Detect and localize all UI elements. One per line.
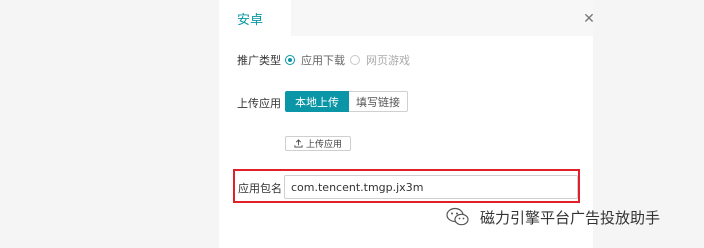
watermark-text: 磁力引擎平台广告投放助手: [480, 208, 661, 227]
promo-type-label: 推广类型: [237, 54, 281, 67]
upload-button-label: 上传应用: [305, 140, 342, 150]
segment-local-upload[interactable]: 本地上传: [285, 91, 349, 112]
radio-checked-icon: [285, 55, 295, 65]
upload-app-label: 上传应用: [237, 97, 281, 110]
tab-android[interactable]: 安卓: [219, 0, 291, 36]
backdrop-left: [0, 0, 219, 248]
radio-label: 网页游戏: [366, 54, 410, 67]
radio-app-download[interactable]: 应用下载: [285, 52, 345, 68]
radio-label: 应用下载: [301, 54, 345, 67]
dialog-header: [291, 0, 593, 36]
package-name-input[interactable]: com.tencent.tmgp.jx3m: [284, 175, 578, 199]
package-name-label: 应用包名: [238, 182, 282, 195]
radio-web-game[interactable]: 网页游戏: [350, 52, 410, 68]
segment-fill-link[interactable]: 填写链接: [349, 91, 408, 112]
radio-unchecked-icon: [350, 55, 360, 65]
upload-app-button[interactable]: 上传应用: [285, 136, 351, 151]
watermark: 磁力引擎平台广告投放助手: [446, 204, 660, 230]
wechat-icon: [446, 207, 469, 226]
upload-icon: [294, 139, 303, 148]
close-icon[interactable]: ✕: [582, 12, 596, 26]
